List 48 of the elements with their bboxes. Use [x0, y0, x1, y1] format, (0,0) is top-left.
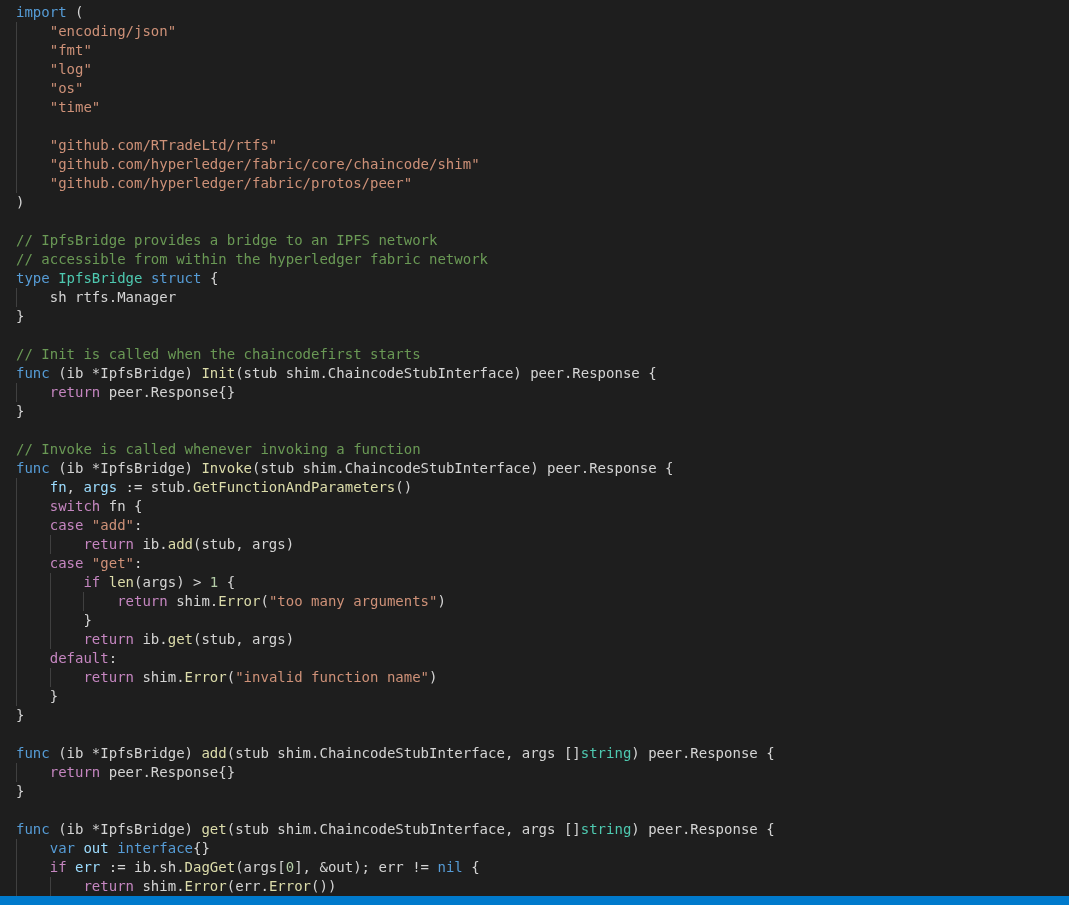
code-line: return shim.Error(err.Error()) [83, 877, 337, 896]
code-line: return ib.add(stub, args) [83, 535, 295, 554]
code-line: // Invoke is called whenever invoking a function [16, 440, 421, 459]
code-line: } [49, 687, 59, 706]
code-line: ) [16, 193, 25, 212]
code-line: import ( [16, 3, 84, 22]
code-line: } [16, 706, 25, 725]
code-line: sh rtfs.Manager [49, 288, 177, 307]
indent-guide [16, 763, 17, 782]
code-line: "github.com/RTradeLtd/rtfs" [49, 136, 278, 155]
indent-guide [16, 288, 17, 307]
code-line: return peer.Response{} [49, 763, 236, 782]
code-line: fn, args := stub.GetFunctionAndParameters() [49, 478, 413, 497]
code-line: "log" [49, 60, 92, 79]
indent-guide [49, 535, 51, 554]
code-line: if err := ib.sh.DagGet(args[0], &out); err != nil { [49, 858, 480, 877]
code-line: return shim.Error("invalid function name") [83, 668, 438, 687]
code-line: type IpfsBridge struct { [16, 269, 219, 288]
code-line: } [16, 402, 25, 421]
code-line: "encoding/json" [49, 22, 177, 41]
code-line: if len(args) > 1 { [83, 573, 236, 592]
indent-guide [16, 383, 17, 402]
code-line: return ib.get(stub, args) [83, 630, 295, 649]
code-line: func (ib *IpfsBridge) Init(stub shim.ChaincodeStubInterface) peer.Response { [16, 364, 657, 383]
code-line: } [16, 307, 25, 326]
code-line: case "add": [49, 516, 143, 535]
code-line: func (ib *IpfsBridge) add(stub shim.ChaincodeStubInterface, args []string) peer.Response { [16, 744, 775, 763]
code-line: "time" [49, 98, 101, 117]
code-line: case "get": [49, 554, 143, 573]
code-line: } [16, 782, 25, 801]
code-line: func (ib *IpfsBridge) Invoke(stub shim.ChaincodeStubInterface) peer.Response { [16, 459, 674, 478]
indent-guide [83, 592, 85, 611]
code-line: // IpfsBridge provides a bridge to an IPFS network [16, 231, 438, 250]
code-line: default: [49, 649, 118, 668]
code-line: "github.com/hyperledger/fabric/core/chaincode/shim" [49, 155, 480, 174]
code-line: return shim.Error("too many arguments") [117, 592, 446, 611]
indent-guide [49, 668, 51, 687]
code-line: } [83, 611, 92, 630]
code-line: var out interface{} [49, 839, 210, 858]
indent-guide [49, 877, 51, 896]
code-line: switch fn { [49, 497, 143, 516]
code-line: return peer.Response{} [49, 383, 236, 402]
code-line: "github.com/hyperledger/fabric/protos/peer" [49, 174, 413, 193]
code-line: "fmt" [49, 41, 92, 60]
code-line: "os" [49, 79, 84, 98]
code-line: // Init is called when the chaincodefirst starts [16, 345, 421, 364]
code-line: func (ib *IpfsBridge) get(stub shim.ChaincodeStubInterface, args []string) peer.Response { [16, 820, 775, 839]
code-line: // accessible from within the hyperledger fabric network [16, 250, 488, 269]
